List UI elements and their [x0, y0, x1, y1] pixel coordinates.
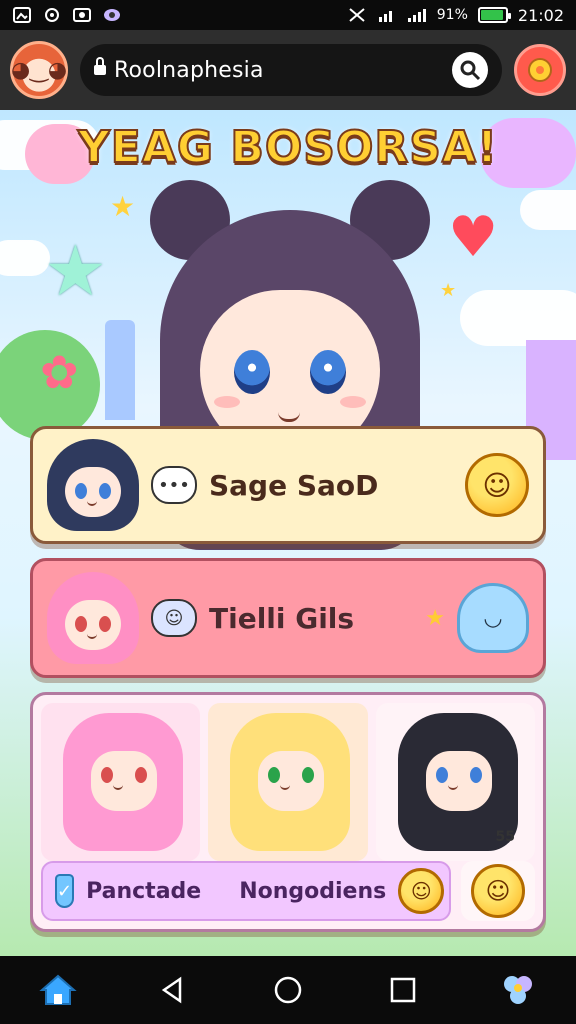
left-label: Panctade [86, 878, 202, 904]
card-sage-saod[interactable]: ••• Sage SaoD ☺ [30, 426, 546, 544]
mouth-icon [278, 412, 300, 422]
wifi-icon [407, 7, 427, 23]
star-icon: ★ [425, 605, 445, 631]
back-icon[interactable] [145, 962, 201, 1018]
app-icon [102, 7, 122, 23]
image-icon [12, 7, 32, 23]
status-time: 21:02 [517, 5, 564, 25]
star-icon: ★ [44, 230, 107, 312]
browser-toolbar: ◕‿◕ Roolnaphesia [0, 30, 576, 110]
eye-icon [234, 350, 270, 394]
blush-icon [340, 396, 366, 408]
heart-icon: ♥ [448, 205, 499, 270]
flower-icon[interactable] [490, 962, 546, 1018]
badge: 55 [495, 829, 515, 845]
blush-icon [214, 396, 240, 408]
camera-icon [72, 7, 92, 23]
avatar-face-icon: ◕‿◕ [10, 57, 68, 83]
home-circle-icon[interactable] [260, 962, 316, 1018]
status-bar: 91% 21:02 [0, 0, 576, 30]
card-tielli-gils[interactable]: ☺ Tielli Gils ★ ◡ [30, 558, 546, 678]
main-content: ★ ★ ♥ ★ ✿ YEAG BOSORSA! ••• Sage SaoD ☺ … [0, 110, 576, 956]
bottom-nav [0, 956, 576, 1024]
card-label: Tielli Gils [209, 601, 355, 635]
chibi-blonde-avatar [230, 713, 351, 851]
battery-fill [480, 10, 503, 20]
cloud-icon [460, 290, 576, 346]
battery-icon [477, 7, 511, 23]
mute-icon [347, 7, 367, 23]
shield-icon: ✓ [55, 874, 75, 908]
home-icon[interactable] [30, 962, 86, 1018]
ghost-icon[interactable]: ◡ [457, 583, 529, 653]
right-label: Nongodiens [239, 878, 387, 904]
status-right-icons: 91% 21:02 [347, 6, 564, 25]
cloud-icon [520, 190, 576, 230]
smiley-icon[interactable]: ☺ [465, 453, 529, 517]
character-blonde[interactable] [208, 703, 368, 861]
eye-icon [310, 350, 346, 394]
smiley-icon: ☺ [471, 864, 525, 918]
status-left-icons [12, 7, 122, 23]
flower-icon: ✿ [40, 345, 79, 399]
tower-icon [105, 320, 135, 420]
avatar-icon[interactable]: ◕‿◕ [10, 41, 68, 99]
chat-icon: ☺ [151, 599, 197, 637]
card-trio[interactable]: 55 ✓ Panctade Nongodiens ☺ ☺ [30, 692, 546, 932]
star-icon: ★ [440, 280, 457, 301]
chibi-navy-avatar [47, 439, 139, 531]
flower-icon[interactable] [514, 44, 566, 96]
chat-icon: ••• [151, 466, 197, 504]
recents-icon[interactable] [375, 962, 431, 1018]
card-label: Sage SaoD [209, 468, 379, 502]
url-field[interactable]: Roolnaphesia [80, 44, 502, 96]
signal-icon [377, 7, 397, 23]
trio-characters [41, 703, 535, 861]
search-icon[interactable] [452, 52, 488, 88]
url-text[interactable]: Roolnaphesia [114, 58, 444, 83]
character-pink[interactable] [41, 703, 201, 861]
star-icon: ★ [110, 190, 136, 223]
card3-bar[interactable]: ✓ Panctade Nongodiens ☺ [41, 861, 451, 921]
battery-percent: 91% [436, 7, 468, 23]
cloud-icon [0, 240, 50, 276]
chibi-pink-avatar [63, 713, 183, 851]
smiley-button[interactable]: ☺ [461, 861, 535, 921]
smiley-icon[interactable]: ☺ [398, 868, 445, 914]
sync-icon [42, 7, 62, 23]
page-title: YEAG BOSORSA! [77, 121, 499, 174]
lock-icon [94, 57, 106, 77]
chibi-pink-avatar [47, 572, 139, 664]
